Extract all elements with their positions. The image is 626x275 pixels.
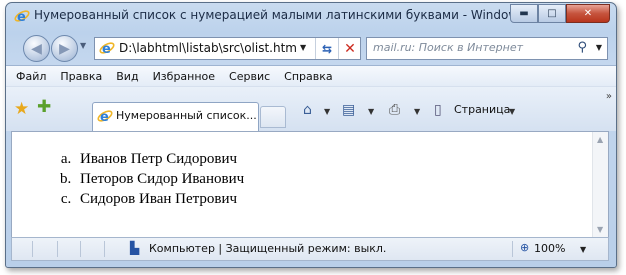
search-icon[interactable]: ⚲: [577, 40, 587, 55]
address-text[interactable]: D:\labhtml\listab\src\olist.htm: [119, 41, 297, 55]
toolbar-overflow-icon[interactable]: »: [606, 91, 612, 102]
back-button[interactable]: ◀: [23, 35, 50, 62]
minimize-button[interactable]: ▬: [510, 4, 538, 23]
browser-window: e Нумерованный список с нумерацией малым…: [5, 2, 617, 268]
ie-icon: e: [14, 10, 30, 24]
page-content: Иванов Петр Сидорович Петоров Сидор Иван…: [11, 131, 609, 238]
vertical-scrollbar[interactable]: ▲ ▼: [592, 132, 608, 237]
search-box[interactable]: mail.ru: Поиск в Интернет ⚲ ▼: [366, 37, 608, 60]
page-dropdown-icon[interactable]: ▼: [509, 107, 515, 116]
stop-icon[interactable]: ✕: [338, 38, 361, 59]
menu-file[interactable]: Файл: [6, 70, 53, 83]
menu-view[interactable]: Вид: [109, 70, 145, 83]
status-bar: ▙ Компьютер | Защищенный режим: выкл. ⊕ …: [11, 237, 609, 261]
list-item: Петоров Сидор Иванович: [75, 169, 244, 189]
new-tab-button[interactable]: [260, 106, 286, 128]
print-icon[interactable]: ⎙: [389, 102, 400, 118]
history-dropdown-icon[interactable]: ▼: [80, 41, 86, 50]
back-arrow-icon: ◀: [31, 40, 42, 57]
ordered-list: Иванов Петр Сидорович Петоров Сидор Иван…: [12, 149, 244, 209]
scroll-up-icon[interactable]: ▲: [597, 135, 603, 144]
title-bar: e Нумерованный список с нумерацией малым…: [6, 3, 616, 29]
favorites-star-icon[interactable]: ★: [14, 99, 29, 119]
svg-text:e: e: [17, 10, 26, 24]
computer-zone-icon: ▙: [130, 241, 140, 255]
close-button[interactable]: ✕: [566, 4, 610, 23]
search-input[interactable]: mail.ru: Поиск в Интернет: [373, 41, 523, 54]
tab-toolbar-row: ★ ✚ e Нумерованный список... ⌂ ▼ ▤ ▼ ⎙ ▼…: [6, 87, 616, 131]
menu-favorites[interactable]: Избранное: [146, 70, 222, 83]
zoom-level[interactable]: 100%: [534, 242, 565, 255]
print-dropdown-icon[interactable]: ▼: [414, 107, 420, 116]
menu-edit[interactable]: Правка: [53, 70, 109, 83]
feeds-dropdown-icon[interactable]: ▼: [368, 107, 374, 116]
add-favorite-icon[interactable]: ✚: [37, 97, 51, 117]
address-row: ◀ ▶ ▼ e D:\labhtml\listab\src\olist.htm …: [6, 33, 616, 63]
menu-tools[interactable]: Сервис: [222, 70, 277, 83]
svg-text:e: e: [102, 42, 111, 56]
address-bar[interactable]: e D:\labhtml\listab\src\olist.htm ▼ ⇆ ✕: [94, 37, 361, 60]
search-dropdown-icon[interactable]: ▼: [596, 43, 602, 52]
window-title: Нумерованный список с нумерацией малыми …: [34, 8, 534, 22]
status-divider: [80, 241, 81, 257]
scroll-down-icon[interactable]: ▼: [597, 225, 603, 234]
feeds-icon[interactable]: ▤: [342, 102, 355, 118]
forward-arrow-icon: ▶: [59, 40, 70, 57]
status-divider: [512, 241, 513, 257]
list-item: Сидоров Иван Петрович: [75, 189, 244, 209]
status-text: Компьютер | Защищенный режим: выкл.: [149, 242, 387, 255]
zoom-icon[interactable]: ⊕: [520, 241, 529, 254]
home-dropdown-icon[interactable]: ▼: [324, 107, 330, 116]
page-icon: e: [99, 42, 115, 56]
page-menu-icon[interactable]: ▯: [434, 102, 442, 118]
tab-label: Нумерованный список...: [116, 109, 257, 122]
forward-button[interactable]: ▶: [51, 35, 78, 62]
menu-bar: Файл Правка Вид Избранное Сервис Справка: [6, 65, 616, 87]
list-item: Иванов Петр Сидорович: [75, 149, 244, 169]
maximize-button[interactable]: □: [538, 4, 566, 23]
address-dropdown-icon[interactable]: ▼: [300, 43, 306, 52]
tab-page-icon: e: [97, 110, 113, 124]
status-divider: [32, 241, 33, 257]
zoom-dropdown-icon[interactable]: ▼: [580, 245, 586, 254]
tab-current-page[interactable]: e Нумерованный список...: [92, 102, 259, 131]
home-icon[interactable]: ⌂: [303, 102, 312, 118]
refresh-icon[interactable]: ⇆: [315, 38, 338, 59]
menu-help[interactable]: Справка: [277, 70, 339, 83]
page-menu-button[interactable]: Страница: [454, 103, 510, 116]
status-divider: [104, 241, 105, 257]
svg-text:e: e: [100, 110, 109, 124]
status-divider: [57, 241, 58, 257]
